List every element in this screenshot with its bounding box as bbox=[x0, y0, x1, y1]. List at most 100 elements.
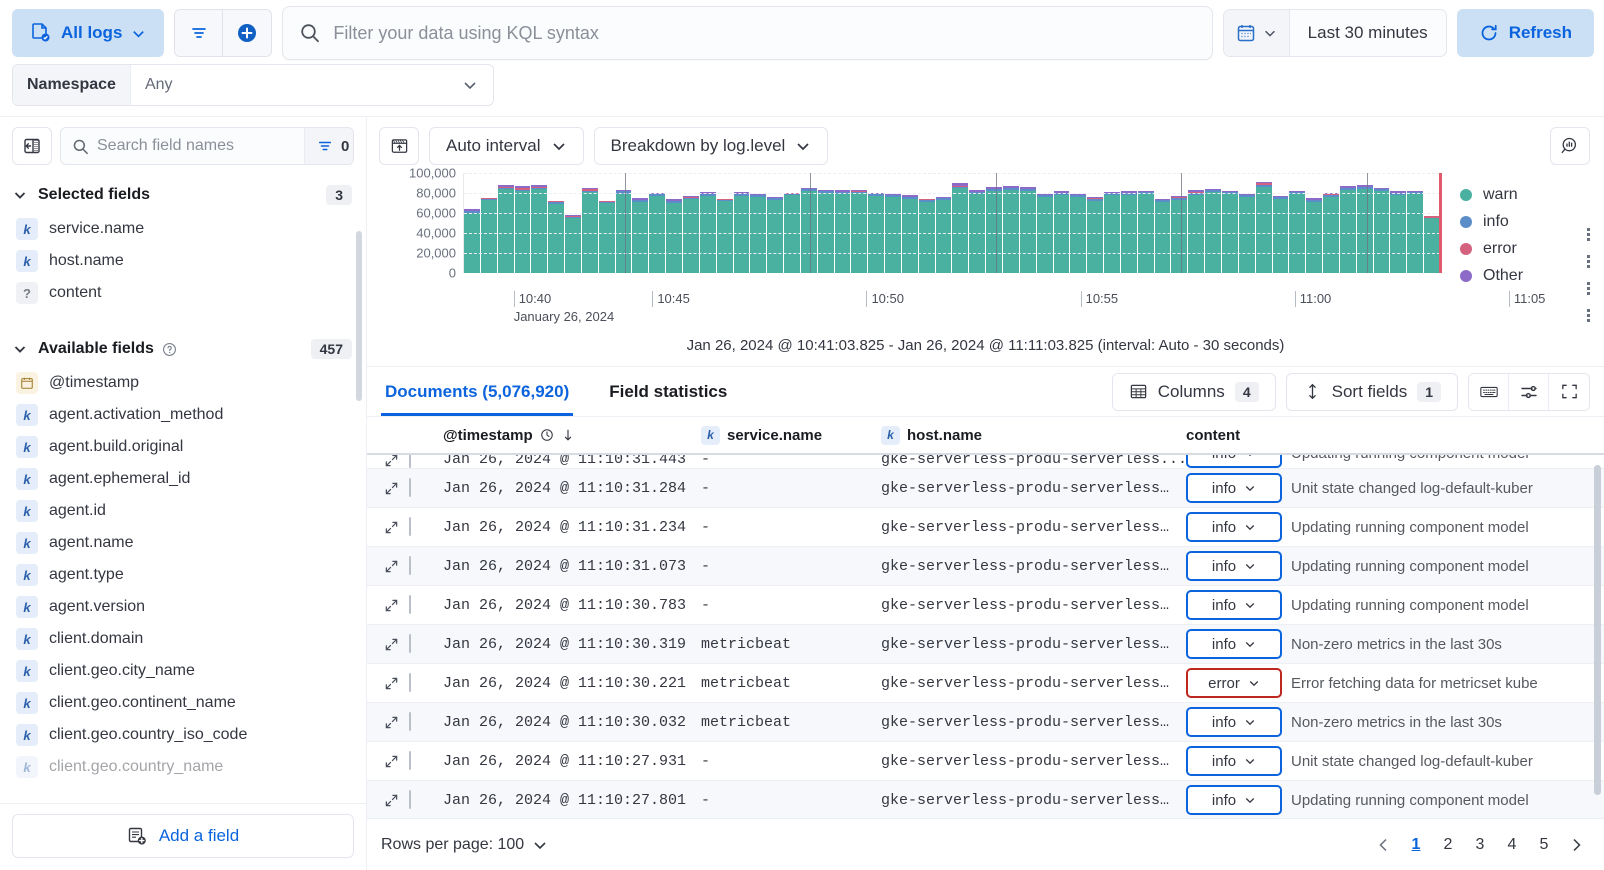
pagination-prev-button[interactable] bbox=[1370, 830, 1398, 860]
row-select-checkbox[interactable] bbox=[409, 634, 411, 653]
field-item-agent-name[interactable]: k agent.name bbox=[0, 527, 366, 559]
field-item-content[interactable]: ? content bbox=[0, 277, 366, 309]
column-header-content[interactable]: content bbox=[1186, 427, 1604, 444]
expand-row-icon[interactable] bbox=[373, 715, 409, 730]
chart-bar[interactable] bbox=[599, 201, 615, 274]
table-row[interactable]: Jan 26, 2024 @ 11:10:30.221metricbeatgke… bbox=[367, 664, 1604, 703]
expand-row-icon[interactable] bbox=[373, 455, 409, 468]
add-filter-button[interactable] bbox=[223, 10, 271, 56]
available-fields-group-header[interactable]: Available fields 457 bbox=[0, 331, 366, 367]
add-a-field-button[interactable]: Add a field bbox=[12, 814, 354, 858]
chart-bar[interactable] bbox=[616, 190, 632, 273]
sidebar-scrollbar[interactable] bbox=[356, 231, 362, 401]
chart-plot-area[interactable] bbox=[463, 173, 1440, 273]
table-scrollbar[interactable] bbox=[1594, 465, 1601, 795]
chart-bar[interactable] bbox=[481, 198, 497, 274]
table-row[interactable]: Jan 26, 2024 @ 11:10:27.931-gke-serverle… bbox=[367, 742, 1604, 781]
chart-bar[interactable] bbox=[801, 188, 817, 273]
fullscreen-button[interactable] bbox=[1549, 374, 1589, 410]
display-options-button[interactable] bbox=[1509, 374, 1549, 410]
legend-item-error[interactable]: error bbox=[1460, 235, 1590, 262]
chart-bar[interactable] bbox=[565, 215, 581, 273]
chart-bar[interactable] bbox=[632, 198, 648, 273]
table-row[interactable]: Jan 26, 2024 @ 11:10:31.073-gke-serverle… bbox=[367, 547, 1604, 586]
table-row[interactable]: Jan 26, 2024 @ 11:10:31.284-gke-serverle… bbox=[367, 469, 1604, 508]
log-level-badge[interactable]: info bbox=[1186, 455, 1282, 468]
row-select-checkbox[interactable] bbox=[409, 517, 411, 536]
chart-bar[interactable] bbox=[1054, 191, 1070, 274]
sort-fields-button[interactable]: Sort fields 1 bbox=[1286, 373, 1458, 411]
field-item-client-domain[interactable]: k client.domain bbox=[0, 623, 366, 655]
field-search[interactable]: 0 bbox=[60, 127, 354, 165]
chart-bar[interactable] bbox=[1390, 191, 1406, 273]
field-item-agent-activation-method[interactable]: k agent.activation_method bbox=[0, 399, 366, 431]
pagination-page-4[interactable]: 4 bbox=[1498, 830, 1526, 860]
chart-bar[interactable] bbox=[1171, 196, 1187, 274]
row-select-checkbox[interactable] bbox=[409, 790, 411, 809]
field-item-agent-build-original[interactable]: k agent.build.original bbox=[0, 431, 366, 463]
log-level-badge[interactable]: info bbox=[1186, 629, 1282, 659]
pagination-page-2[interactable]: 2 bbox=[1434, 830, 1462, 860]
legend-item-other[interactable]: Other bbox=[1460, 262, 1590, 289]
row-select-checkbox[interactable] bbox=[409, 455, 411, 468]
collapse-sidebar-button[interactable] bbox=[12, 127, 52, 165]
legend-item-warn[interactable]: warn bbox=[1460, 181, 1590, 208]
log-level-badge[interactable]: error bbox=[1186, 668, 1282, 698]
pagination-page-5[interactable]: 5 bbox=[1530, 830, 1558, 860]
chart-bar[interactable] bbox=[1138, 191, 1154, 273]
chart-bar[interactable] bbox=[1289, 191, 1305, 273]
field-item-agent-ephemeral-id[interactable]: k agent.ephemeral_id bbox=[0, 463, 366, 495]
legend-item-actions-info[interactable] bbox=[1580, 248, 1598, 275]
legend-item-actions-warn[interactable] bbox=[1580, 221, 1598, 248]
chart-bar[interactable] bbox=[1306, 198, 1322, 273]
chart-bar[interactable] bbox=[1357, 185, 1373, 274]
table-row[interactable]: Jan 26, 2024 @ 11:10:27.801-gke-serverle… bbox=[367, 781, 1604, 818]
expand-row-icon[interactable] bbox=[373, 520, 409, 535]
namespace-filter[interactable]: Namespace Any bbox=[12, 64, 494, 106]
column-header-host-name[interactable]: k host.name bbox=[881, 426, 1186, 445]
table-row[interactable]: Jan 26, 2024 @ 11:10:31.234-gke-serverle… bbox=[367, 508, 1604, 547]
chart-bar[interactable] bbox=[1273, 196, 1289, 273]
log-level-badge[interactable]: info bbox=[1186, 590, 1282, 620]
sort-desc-icon[interactable] bbox=[561, 428, 575, 442]
selected-fields-group-header[interactable]: Selected fields 3 bbox=[0, 177, 366, 213]
chart-bar[interactable] bbox=[835, 190, 851, 273]
row-select-checkbox[interactable] bbox=[409, 556, 411, 575]
chart-bar[interactable] bbox=[1256, 182, 1272, 273]
chart-bar[interactable] bbox=[1407, 191, 1423, 274]
pagination-page-3[interactable]: 3 bbox=[1466, 830, 1494, 860]
chart-bar[interactable] bbox=[1374, 188, 1390, 273]
search-input[interactable] bbox=[333, 23, 1195, 44]
namespace-filter-value-select[interactable]: Any bbox=[131, 65, 493, 105]
row-select-checkbox[interactable] bbox=[409, 478, 411, 497]
field-type-filter-button[interactable]: 0 bbox=[304, 128, 354, 164]
chart-bar[interactable] bbox=[548, 201, 564, 274]
table-row[interactable]: Jan 26, 2024 @ 11:10:31.443-gke-serverle… bbox=[367, 455, 1604, 469]
date-quick-menu-button[interactable] bbox=[1224, 10, 1290, 56]
expand-row-icon[interactable] bbox=[373, 598, 409, 613]
row-select-checkbox[interactable] bbox=[409, 712, 411, 731]
chart-bar[interactable] bbox=[952, 183, 968, 273]
legend-item-info[interactable]: info bbox=[1460, 208, 1590, 235]
field-search-input[interactable] bbox=[97, 137, 304, 155]
log-level-badge[interactable]: info bbox=[1186, 785, 1282, 815]
field-item-client-geo-continent-name[interactable]: k client.geo.continent_name bbox=[0, 687, 366, 719]
expand-row-icon[interactable] bbox=[373, 793, 409, 808]
chart-bar[interactable] bbox=[986, 187, 1002, 273]
chart-bar[interactable] bbox=[531, 185, 547, 274]
chart-bar[interactable] bbox=[582, 188, 598, 274]
chart-bar[interactable] bbox=[515, 186, 531, 273]
expand-row-icon[interactable] bbox=[373, 637, 409, 652]
chart-bar[interactable] bbox=[717, 199, 733, 274]
row-select-checkbox[interactable] bbox=[409, 673, 411, 692]
chart-bar[interactable] bbox=[666, 199, 682, 273]
chart-bar[interactable] bbox=[1188, 190, 1204, 273]
tab-field-statistics[interactable]: Field statistics bbox=[605, 367, 731, 416]
kql-search-bar[interactable] bbox=[282, 6, 1212, 60]
field-item-timestamp[interactable]: @timestamp bbox=[0, 367, 366, 399]
column-header-service-name[interactable]: k service.name bbox=[701, 426, 881, 445]
chart-bar[interactable] bbox=[851, 190, 867, 274]
chart-bar[interactable] bbox=[1020, 187, 1036, 274]
chart-bar[interactable] bbox=[464, 209, 480, 274]
chart-bar[interactable] bbox=[818, 190, 834, 273]
